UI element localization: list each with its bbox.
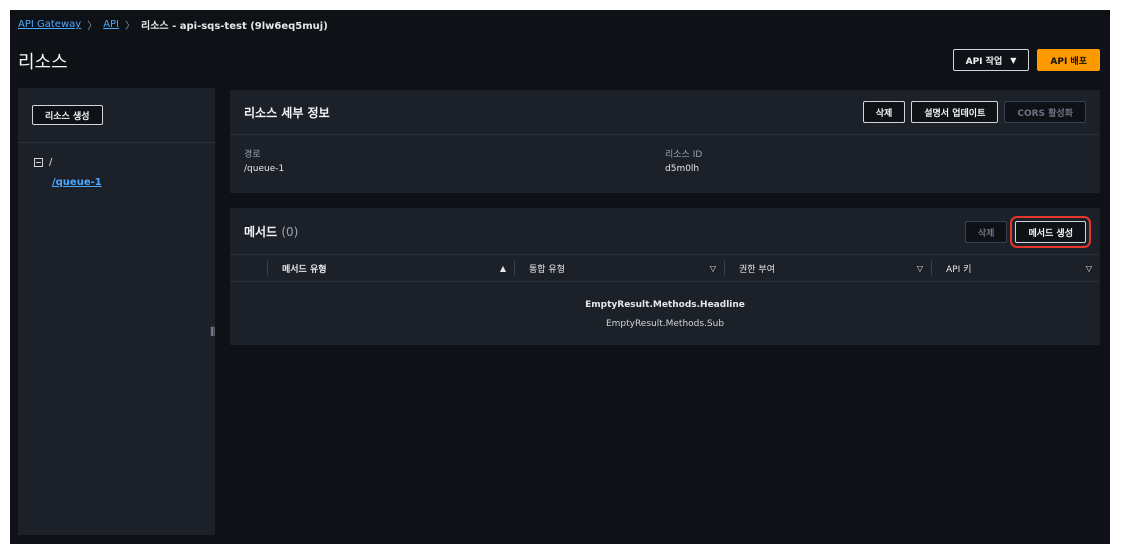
resource-details-body: 경로 /queue-1 리소스 ID d5m0lh [230, 135, 1100, 174]
resource-tree-header: 리소스 생성 [18, 88, 215, 143]
update-documentation-button[interactable]: 설명서 업데이트 [911, 101, 999, 123]
api-actions-button[interactable]: API 작업 ▼ [952, 49, 1030, 71]
resource-tree: / /queue-1 [18, 143, 215, 188]
methods-actions: 삭제 메서드 생성 [964, 216, 1091, 248]
chevron-right-icon: 〉 [87, 21, 98, 32]
deploy-api-button[interactable]: API 배포 [1037, 49, 1100, 71]
top-actions: API 작업 ▼ API 배포 [952, 49, 1100, 71]
chevron-right-icon: 〉 [125, 21, 136, 32]
column-method-type-label: 메서드 유형 [282, 264, 327, 275]
breadcrumb-api[interactable]: API [103, 19, 119, 30]
methods-title-text: 메서드 [244, 224, 278, 239]
breadcrumb-current: 리소스 - api-sqs-test (9lw6eq5muj) [141, 21, 328, 32]
resize-handle-icon[interactable]: ⦀ [210, 325, 215, 340]
api-actions-label: API 작업 [965, 56, 1003, 67]
column-integration-type-label: 통합 유형 [529, 264, 565, 275]
resource-id-field: 리소스 ID d5m0lh [665, 147, 1086, 174]
path-label: 경로 [244, 150, 261, 160]
methods-count: (0) [281, 224, 299, 239]
resource-details-actions: 삭제 설명서 업데이트 CORS 활성화 [862, 101, 1086, 123]
tree-item-queue-1[interactable]: /queue-1 [52, 177, 215, 188]
methods-header: 메서드 (0) 삭제 메서드 생성 [230, 208, 1100, 255]
sort-icon[interactable]: ▽ [1086, 264, 1092, 273]
path-value: /queue-1 [244, 164, 285, 174]
column-api-key[interactable]: API 키 ▽ [931, 261, 1100, 275]
resource-details-title: 리소스 세부 정보 [244, 105, 330, 120]
column-api-key-label: API 키 [946, 264, 972, 275]
enable-cors-button[interactable]: CORS 활성화 [1004, 101, 1086, 123]
empty-headline: EmptyResult.Methods.Headline [585, 300, 745, 310]
empty-sub: EmptyResult.Methods.Sub [605, 319, 725, 329]
resource-tree-panel: 리소스 생성 / /queue-1 [18, 88, 215, 535]
column-method-type[interactable]: 메서드 유형 ▲ [267, 261, 514, 275]
create-resource-button[interactable]: 리소스 생성 [32, 105, 103, 125]
create-method-button[interactable]: 메서드 생성 [1010, 216, 1091, 248]
methods-empty-state: EmptyResult.Methods.Headline EmptyResult… [230, 282, 1100, 334]
column-authorization-label: 권한 부여 [739, 264, 775, 275]
column-authorization[interactable]: 권한 부여 ▽ [724, 261, 931, 275]
resource-details-card: 리소스 세부 정보 삭제 설명서 업데이트 CORS 활성화 경로 /queue… [230, 90, 1100, 193]
methods-card: 메서드 (0) 삭제 메서드 생성 메서드 유형 ▲ 통합 유형 ▽ 권한 부여… [230, 208, 1100, 345]
sort-ascending-icon[interactable]: ▲ [500, 264, 506, 273]
resource-id-label: 리소스 ID [665, 150, 703, 160]
tree-item-root[interactable]: / [34, 157, 215, 168]
breadcrumb: API Gateway 〉 API 〉 리소스 - api-sqs-test (… [18, 17, 328, 32]
breadcrumb-api-gateway[interactable]: API Gateway [18, 19, 81, 30]
column-integration-type[interactable]: 통합 유형 ▽ [514, 261, 724, 275]
delete-method-button[interactable]: 삭제 [964, 221, 1008, 243]
tree-root-label: / [49, 157, 53, 168]
collapse-icon[interactable] [34, 158, 43, 167]
methods-title: 메서드 (0) [244, 223, 298, 240]
page-title: 리소스 [18, 52, 68, 73]
resource-id-value: d5m0lh [665, 164, 700, 174]
caret-down-icon: ▼ [1010, 55, 1017, 65]
methods-table-header: 메서드 유형 ▲ 통합 유형 ▽ 권한 부여 ▽ API 키 ▽ [230, 255, 1100, 282]
path-field: 경로 /queue-1 [244, 147, 665, 174]
resource-details-header: 리소스 세부 정보 삭제 설명서 업데이트 CORS 활성화 [230, 90, 1100, 135]
app-window: API Gateway 〉 API 〉 리소스 - api-sqs-test (… [10, 10, 1110, 544]
sort-icon[interactable]: ▽ [917, 264, 923, 273]
sort-icon[interactable]: ▽ [710, 264, 716, 273]
delete-resource-button[interactable]: 삭제 [862, 101, 906, 123]
